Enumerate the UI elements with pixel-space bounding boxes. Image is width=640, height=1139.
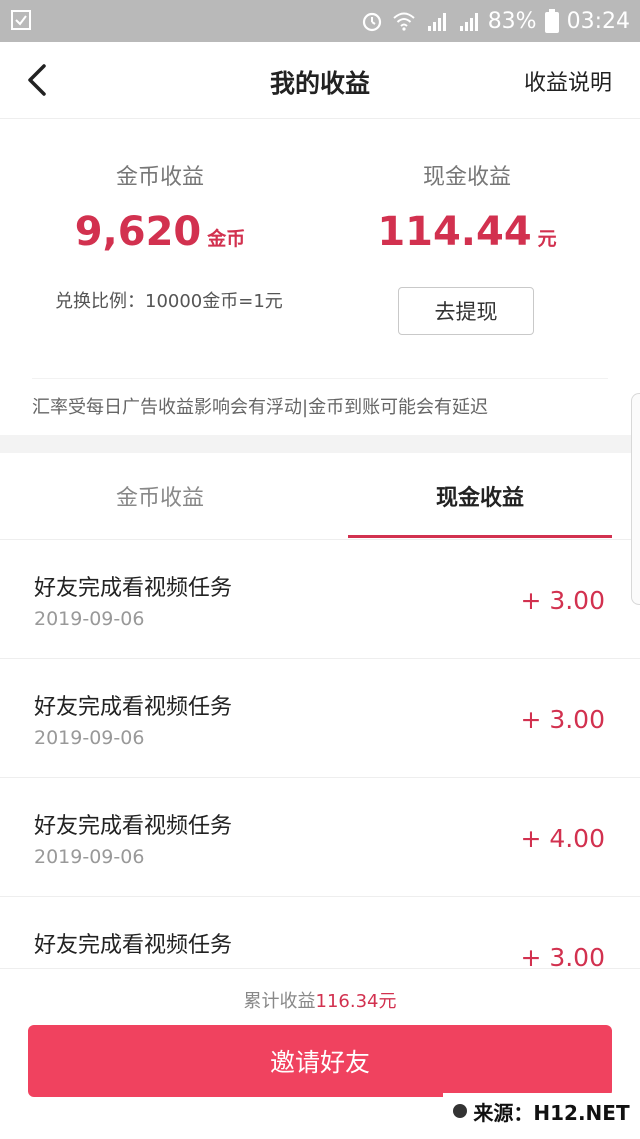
tab-cash-earnings[interactable]: 现金收益: [320, 453, 640, 539]
record-amount: + 3.00: [520, 943, 605, 968]
active-tab-indicator: [348, 535, 612, 538]
battery-percent: 83%: [487, 8, 537, 34]
total-earnings-label: 累计收益: [243, 991, 316, 1012]
status-bar: 83% 03:24: [0, 0, 640, 42]
exchange-ratio: 兑换比例：10000金币=1元: [55, 291, 283, 312]
record-title: 好友完成看视频任务: [34, 933, 233, 958]
record-date: 2019-09-06: [34, 608, 145, 630]
cash-earnings-label: 现金收益: [422, 165, 511, 190]
invite-friends-button[interactable]: 邀请好友: [28, 1025, 612, 1097]
earnings-record-list[interactable]: 好友完成看视频任务 2019-09-06 + 3.00 好友完成看视频任务 20…: [0, 540, 640, 968]
record-title: 好友完成看视频任务: [34, 695, 233, 720]
clock: 03:24: [566, 8, 630, 34]
gold-amount-value: 9,620: [74, 209, 202, 255]
watermark-text: 来源：H12.NET: [473, 1100, 630, 1125]
list-item[interactable]: 好友完成看视频任务 2019-09-06 + 3.00: [0, 540, 640, 659]
signal-e-icon: [459, 13, 478, 31]
gold-amount-unit: 金币: [207, 228, 246, 250]
list-item[interactable]: 好友完成看视频任务 2019-09-06 + 3.00: [0, 659, 640, 778]
signal-4g-icon: [427, 13, 446, 31]
section-gap: [0, 435, 640, 453]
record-date: 2019-09-06: [34, 727, 145, 749]
alarm-icon: [362, 12, 381, 32]
tab-gold-earnings[interactable]: 金币收益: [0, 453, 320, 539]
gold-earnings-amount: 9,620 金币: [0, 209, 320, 255]
earnings-tabs: 金币收益 现金收益: [0, 453, 640, 540]
list-item[interactable]: 好友完成看视频任务 + 3.00: [0, 897, 640, 968]
total-earnings-value: 116.34元: [315, 991, 397, 1012]
source-watermark: 来源：H12.NET: [443, 1093, 640, 1129]
record-amount: + 4.00: [520, 824, 605, 853]
earnings-summary: 金币收益 9,620 金币 现金收益 114.44 元 兑换比例：10000金币=1…: [0, 119, 640, 435]
earnings-explanation-link[interactable]: 收益说明: [524, 65, 612, 97]
battery-icon: [544, 9, 559, 33]
gold-earnings-panel: 金币收益 9,620 金币: [0, 159, 320, 255]
cash-amount-value: 114.44: [377, 209, 532, 255]
gold-earnings-label: 金币收益: [115, 165, 204, 190]
record-date: 2019-09-06: [34, 846, 145, 868]
record-title: 好友完成看视频任务: [34, 576, 233, 601]
wifi-icon: [393, 12, 415, 31]
total-earnings: 累计收益116.34元: [0, 987, 640, 1013]
record-amount: + 3.00: [520, 586, 605, 615]
watermark-logo-icon: [453, 1104, 468, 1118]
checklist-icon: [11, 10, 31, 30]
cash-amount-unit: 元: [537, 228, 557, 250]
exchange-notice: 汇率受每日广告收益影响会有浮动|金币到账可能会有延迟: [32, 397, 489, 418]
cash-earnings-amount: 114.44 元: [307, 209, 627, 255]
withdraw-button[interactable]: 去提现: [398, 287, 534, 335]
record-amount: + 3.00: [520, 705, 605, 734]
status-icons: 83% 03:24: [360, 0, 630, 42]
back-arrow-icon[interactable]: [20, 60, 56, 100]
side-scroll-handle[interactable]: [631, 393, 640, 605]
record-title: 好友完成看视频任务: [34, 814, 233, 839]
cash-earnings-panel: 现金收益 114.44 元: [307, 159, 627, 255]
list-item[interactable]: 好友完成看视频任务 2019-09-06 + 4.00: [0, 778, 640, 897]
nav-bar: 我的收益 收益说明: [0, 42, 640, 119]
divider: [32, 378, 608, 379]
